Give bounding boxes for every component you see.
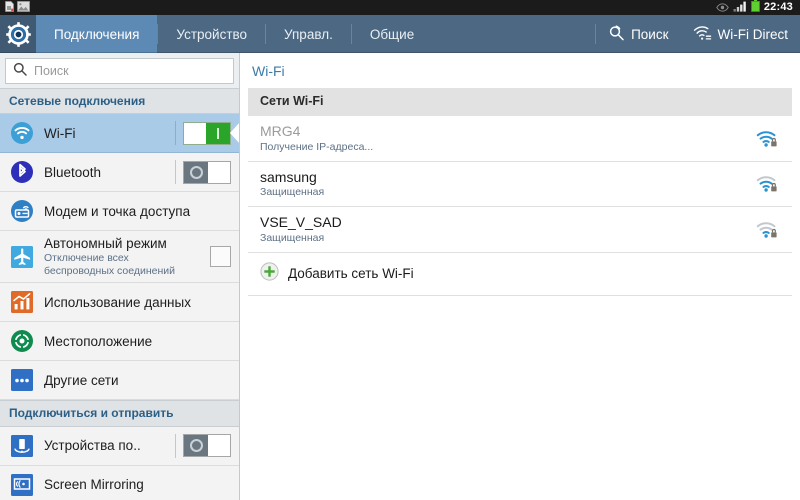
plus-circle-icon (260, 262, 279, 286)
wifi-network-name: samsung (260, 168, 317, 185)
sidebar-item-label: Wi-Fi (44, 125, 76, 141)
tab-label: Общие (369, 26, 415, 42)
settings-sidebar: Поиск Сетевые подключения Wi-Fi Bluetoot… (0, 53, 240, 500)
control-divider (175, 433, 176, 458)
wifi-network-text: VSE_V_SAD Защищенная (260, 214, 746, 245)
sidebar-item-text: Wi-Fi (44, 126, 169, 142)
search-placeholder: Поиск (34, 64, 69, 78)
location-target-icon (9, 328, 35, 354)
wifi-network-text: samsung Защищенная (260, 169, 746, 200)
sidebar-item-nearby-devices[interactable]: Устройства по.. (0, 426, 239, 466)
wifi-network-text: MRG4 Получение IP-адреса... (260, 123, 746, 154)
sidebar-item-label: Другие сети (44, 372, 119, 388)
selection-arrow-icon (230, 122, 239, 145)
sidebar-item-airplane-mode[interactable]: Автономный режим Отключение всех беспров… (0, 231, 239, 284)
wifi-icon (9, 120, 35, 146)
tab-general[interactable]: Общие (352, 15, 432, 53)
scan-button-label: Поиск (631, 26, 669, 42)
wifi-network-row[interactable]: VSE_V_SAD Защищенная (248, 207, 792, 253)
settings-gear-icon[interactable] (0, 15, 36, 53)
sidebar-item-text: Другие сети (44, 373, 231, 389)
tab-connections[interactable]: Подключения (36, 15, 158, 53)
content-area: Поиск Сетевые подключения Wi-Fi Bluetoot… (0, 53, 800, 500)
nearby-devices-icon (9, 433, 35, 459)
wifi-network-row[interactable]: samsung Защищенная (248, 162, 792, 208)
sidebar-item-control (204, 246, 231, 268)
search-input[interactable]: Поиск (5, 58, 234, 84)
settings-screen: 22:43 Подключения Устройство Управл. Общ… (0, 0, 800, 500)
sidebar-item-label: Устройства по.. (44, 438, 141, 454)
scan-search-icon (608, 24, 625, 44)
tab-bar-spacer (432, 15, 595, 53)
sidebar-item-label: Автономный режим (44, 235, 167, 251)
tethering-hotspot-icon (9, 198, 35, 224)
sidebar-item-other-networks[interactable]: Другие сети (0, 361, 239, 401)
sidebar-item-control (169, 160, 231, 185)
control-divider (175, 160, 176, 185)
sidebar-item-label: Использование данных (44, 294, 191, 310)
wifi-network-status: Получение IP-адреса... (260, 140, 374, 153)
wifi-secured-icon (756, 174, 778, 193)
sidebar-section-connect-and-share: Подключиться и отправить (0, 400, 239, 427)
sidebar-item-data-usage[interactable]: Использование данных (0, 283, 239, 323)
sidebar-item-bluetooth[interactable]: Bluetooth (0, 153, 239, 193)
nearby-devices-toggle[interactable] (183, 434, 231, 458)
tab-label: Подключения (54, 26, 140, 42)
page-title: Wi-Fi (252, 63, 285, 79)
wifi-network-status: Защищенная (260, 186, 325, 199)
sidebar-item-text: Screen Mirroring (44, 477, 231, 493)
tab-device[interactable]: Устройство (158, 15, 265, 53)
more-networks-icon (9, 367, 35, 393)
screen-mirroring-icon (9, 472, 35, 498)
sidebar-item-location[interactable]: Местоположение (0, 322, 239, 362)
sidebar-item-text: Устройства по.. (44, 438, 169, 454)
airplane-mode-checkbox[interactable] (210, 246, 231, 268)
sidebar-item-label: Bluetooth (44, 164, 102, 180)
search-icon (13, 62, 27, 81)
wifi-direct-icon (693, 25, 712, 44)
sidebar-item-tethering[interactable]: Модем и точка доступа (0, 192, 239, 232)
sidebar-item-label: Модем и точка доступа (44, 203, 191, 219)
wifi-direct-button[interactable]: Wi-Fi Direct (681, 15, 800, 53)
wifi-panel: Wi-Fi Сети Wi-Fi MRG4 Получение IP-адрес… (240, 53, 800, 500)
sidebar-item-text: Автономный режим Отключение всех беспров… (44, 236, 204, 278)
top-tab-bar: Подключения Устройство Управл. Общие Пои… (0, 15, 800, 53)
status-bar: 22:43 (0, 0, 800, 15)
wifi-network-name: MRG4 (260, 123, 301, 140)
airplane-icon (9, 244, 35, 270)
wifi-networks-header: Сети Wi-Fi (248, 88, 792, 117)
add-wifi-network-button[interactable]: Добавить сеть Wi-Fi (248, 253, 792, 296)
wifi-network-status: Защищенная (260, 231, 325, 244)
wifi-secured-icon (756, 129, 778, 148)
scan-button[interactable]: Поиск (596, 15, 680, 53)
add-wifi-network-label: Добавить сеть Wi-Fi (288, 266, 414, 282)
sidebar-item-text: Bluetooth (44, 165, 169, 181)
sidebar-item-label: Screen Mirroring (44, 477, 144, 493)
sidebar-item-wifi[interactable]: Wi-Fi (0, 114, 239, 154)
sidebar-item-sublabel: Отключение всех беспроводных соединений (44, 252, 176, 278)
wifi-network-name: VSE_V_SAD (260, 214, 342, 231)
data-usage-chart-icon (9, 289, 35, 315)
tab-label: Устройство (176, 26, 248, 42)
sidebar-item-label: Местоположение (44, 333, 153, 349)
sidebar-item-text: Использование данных (44, 295, 231, 311)
bluetooth-icon (9, 159, 35, 185)
tab-controls[interactable]: Управл. (266, 15, 351, 53)
bluetooth-toggle[interactable] (183, 160, 231, 184)
tab-label: Управл. (284, 26, 333, 42)
wifi-secured-icon (756, 220, 778, 239)
sidebar-item-text: Местоположение (44, 334, 231, 350)
sidebar-item-control (169, 121, 231, 146)
sidebar-item-text: Модем и точка доступа (44, 204, 231, 220)
sidebar-item-control (169, 433, 231, 458)
control-divider (175, 121, 176, 146)
sidebar-search-container: Поиск (0, 53, 239, 88)
sidebar-section-network-connections: Сетевые подключения (0, 88, 239, 115)
wifi-network-row[interactable]: MRG4 Получение IP-адреса... (248, 116, 792, 162)
sidebar-item-screen-mirroring[interactable]: Screen Mirroring (0, 465, 239, 500)
status-bar-clock: 22:43 (763, 1, 793, 13)
wifi-toggle[interactable] (183, 121, 231, 145)
wifi-direct-button-label: Wi-Fi Direct (717, 26, 789, 42)
